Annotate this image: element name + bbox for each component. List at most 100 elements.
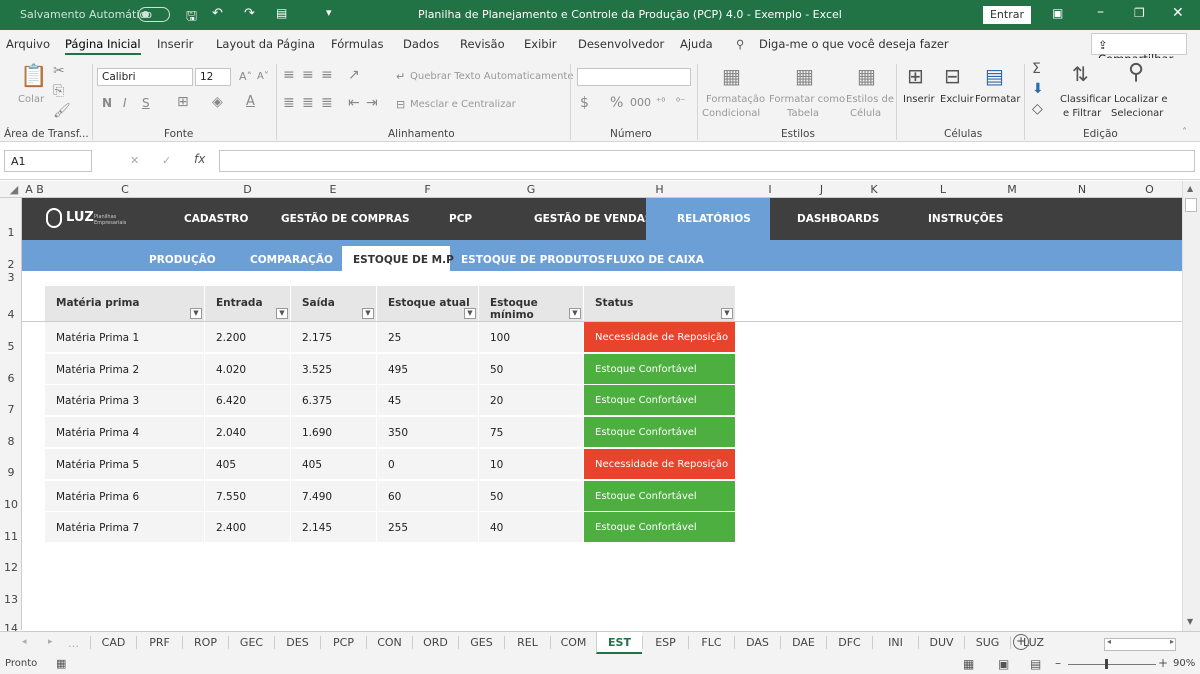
- cell-estoque-minimo[interactable]: 20: [479, 385, 584, 417]
- tab-exibir[interactable]: Exibir: [524, 37, 557, 51]
- name-box[interactable]: A1: [4, 150, 92, 172]
- cell-entrada[interactable]: 2.040: [205, 417, 291, 449]
- cut-icon[interactable]: ✂: [53, 64, 65, 78]
- tab-arquivo[interactable]: Arquivo: [6, 37, 50, 51]
- number-format-select[interactable]: [577, 68, 691, 86]
- scroll-left-icon[interactable]: ◂: [1107, 637, 1111, 646]
- filter-dropdown-icon[interactable]: ▼: [569, 308, 581, 319]
- scroll-up-icon[interactable]: ▲: [1187, 184, 1193, 193]
- customize-qat-icon[interactable]: ▾: [326, 6, 332, 19]
- tell-me-input[interactable]: Diga-me o que você deseja fazer: [759, 37, 949, 51]
- filter-dropdown-icon[interactable]: ▼: [362, 308, 374, 319]
- col-a[interactable]: A: [24, 183, 34, 196]
- subnav-comparacao[interactable]: COMPARAÇÃO: [250, 254, 333, 266]
- col-e[interactable]: E: [290, 183, 376, 196]
- cell-status[interactable]: Estoque Confortável: [584, 417, 736, 449]
- orientation-icon[interactable]: ↗: [348, 68, 360, 82]
- nav-gestao-vendas[interactable]: GESTÃO DE VENDAS: [534, 213, 652, 225]
- col-m[interactable]: M: [977, 183, 1047, 196]
- sort-filter-icon[interactable]: ⇅: [1072, 64, 1089, 84]
- sheet-tab-pcp[interactable]: PCP: [320, 636, 366, 649]
- align-right-icon[interactable]: ≣: [321, 96, 333, 110]
- tab-dados[interactable]: Dados: [403, 37, 439, 51]
- cell-materia[interactable]: Matéria Prima 1: [45, 322, 205, 353]
- col-h[interactable]: H: [583, 183, 736, 196]
- autosum-icon[interactable]: Σ: [1032, 62, 1041, 76]
- vertical-scrollbar[interactable]: ▲ ▼: [1182, 181, 1200, 631]
- subnav-estoque-produtos[interactable]: ESTOQUE DE PRODUTOS: [461, 254, 605, 266]
- zoom-thumb[interactable]: [1105, 659, 1108, 669]
- cell-status[interactable]: Estoque Confortável: [584, 385, 736, 417]
- cell-estoque-minimo[interactable]: 50: [479, 480, 584, 512]
- cell-materia[interactable]: Matéria Prima 6: [45, 480, 205, 512]
- enter-icon[interactable]: ✓: [162, 154, 171, 167]
- paste-icon[interactable]: 📋: [20, 66, 47, 88]
- cell-status[interactable]: Estoque Confortável: [584, 480, 736, 512]
- outdent-icon[interactable]: ⇥: [366, 96, 378, 110]
- col-b[interactable]: B: [34, 183, 46, 196]
- page-layout-view-icon[interactable]: ▣: [998, 657, 1009, 671]
- sheet-tab-flc[interactable]: FLC: [688, 636, 734, 649]
- row-5[interactable]: 5: [0, 340, 22, 353]
- normal-view-icon[interactable]: ▦: [963, 657, 974, 671]
- zoom-out-icon[interactable]: –: [1055, 656, 1061, 670]
- tab-revisao[interactable]: Revisão: [460, 37, 505, 51]
- zoom-slider[interactable]: [1068, 664, 1156, 665]
- comma-icon[interactable]: 000: [630, 96, 651, 110]
- currency-icon[interactable]: $: [580, 96, 589, 110]
- col-n[interactable]: N: [1047, 183, 1117, 196]
- add-sheet-icon[interactable]: +: [1013, 634, 1029, 650]
- signin-button[interactable]: Entrar: [983, 6, 1031, 24]
- cell-estoque-minimo[interactable]: 40: [479, 512, 584, 544]
- row-10[interactable]: 10: [0, 498, 22, 511]
- sort-filter-label[interactable]: Classificar: [1060, 94, 1111, 105]
- delete-cells-icon[interactable]: ⊟: [944, 66, 961, 86]
- cell-estoque-minimo[interactable]: 10: [479, 448, 584, 480]
- sheet-tab-dae[interactable]: DAE: [780, 636, 826, 649]
- cell-estoque-atual[interactable]: 60: [377, 480, 479, 512]
- row-2[interactable]: 2: [0, 258, 22, 271]
- sheet-tab-des[interactable]: DES: [274, 636, 320, 649]
- cell-estoque-atual[interactable]: 0: [377, 448, 479, 480]
- indent-icon[interactable]: ⇤: [348, 96, 360, 110]
- col-k[interactable]: K: [839, 183, 909, 196]
- sheet-tab-ges[interactable]: GES: [458, 636, 504, 649]
- cell-status[interactable]: Necessidade de Reposição: [584, 448, 736, 480]
- format-painter-icon[interactable]: 🖌: [53, 104, 71, 118]
- find-select-icon[interactable]: ⚲: [1128, 62, 1144, 84]
- sheet-tab-rop[interactable]: ROP: [182, 636, 228, 649]
- percent-icon[interactable]: %: [610, 96, 623, 110]
- cell-entrada[interactable]: 2.200: [205, 322, 291, 353]
- row-13[interactable]: 13: [0, 593, 22, 606]
- cell-estoque-atual[interactable]: 255: [377, 512, 479, 544]
- sheet-tab-ini[interactable]: INI: [872, 636, 918, 649]
- increase-decimal-icon[interactable]: ⁺⁰: [656, 96, 665, 110]
- sheet-tab-dfc[interactable]: DFC: [826, 636, 872, 649]
- decrease-decimal-icon[interactable]: ⁰⁻: [676, 96, 685, 110]
- cell-materia[interactable]: Matéria Prima 2: [45, 353, 205, 385]
- sheet-tab-est[interactable]: EST: [596, 632, 642, 654]
- format-cells-icon[interactable]: ▤: [985, 66, 1004, 86]
- row-8[interactable]: 8: [0, 435, 22, 448]
- shrink-font-icon[interactable]: A˅: [257, 70, 269, 84]
- restore-icon[interactable]: ❐: [1134, 6, 1145, 20]
- col-g[interactable]: G: [479, 183, 583, 196]
- cell-entrada[interactable]: 2.400: [205, 512, 291, 544]
- sheet-tab-sug[interactable]: SUG: [964, 636, 1010, 649]
- delete-cells-label[interactable]: Excluir: [940, 94, 974, 105]
- subnav-fluxo-caixa[interactable]: FLUXO DE CAIXA: [606, 254, 704, 266]
- col-f[interactable]: F: [376, 183, 479, 196]
- sheet-tab-esp[interactable]: ESP: [642, 636, 688, 649]
- sheet-tab-duv[interactable]: DUV: [918, 636, 964, 649]
- autosave-toggle[interactable]: [138, 7, 170, 22]
- format-table-label[interactable]: Formatar como: [769, 94, 845, 105]
- merge-icon[interactable]: ⊟: [396, 98, 405, 112]
- sheet-tab-com[interactable]: COM: [550, 636, 596, 649]
- insert-cells-label[interactable]: Inserir: [903, 94, 935, 105]
- wrap-text-button[interactable]: Quebrar Texto Automaticamente: [410, 71, 573, 82]
- share-button[interactable]: ⇪ Compartilhar: [1091, 33, 1187, 66]
- bold-icon[interactable]: N: [102, 96, 112, 110]
- tab-formulas[interactable]: Fórmulas: [331, 37, 384, 51]
- cell-entrada[interactable]: 6.420: [205, 385, 291, 417]
- filter-dropdown-icon[interactable]: ▼: [721, 308, 733, 319]
